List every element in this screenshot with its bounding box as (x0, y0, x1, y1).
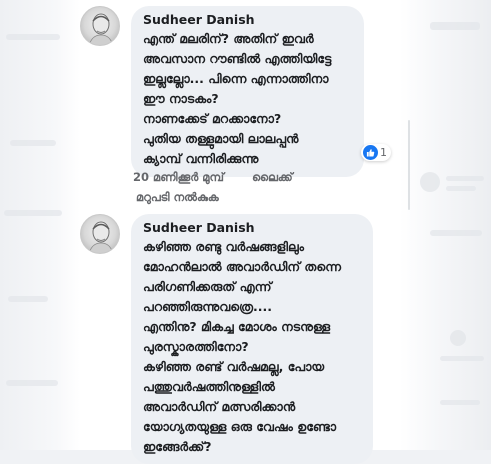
blurred-background-right (400, 0, 491, 450)
comment-text-line: എന്തിനു? മികച്ച മോശം നടനുള്ള (143, 319, 331, 334)
reaction-count: 1 (380, 146, 387, 159)
comment-text-line: അവാർഡിന് മത്സരിക്കാൻ (143, 399, 296, 414)
comment-timestamp[interactable]: 20 മണിക്കൂർ മുമ്പ് (133, 170, 224, 184)
comment-text-line: പത്തുവർഷത്തിനുള്ളിൽ (143, 379, 275, 394)
comment-text-line: പരിഗണിക്കരുത് എന്ന് (143, 279, 272, 294)
profile-avatar (89, 221, 113, 253)
comment-thread-page: Sudheer Danish എന്ത് മലരിന്? അതിന് ഇവർ അ… (0, 0, 491, 464)
comment-text-line: ഈ നാടകം? (143, 91, 219, 106)
comment-text-line: എന്ത് മലരിന്? അതിന് ഇവർ (143, 31, 314, 46)
comment-actions: 20 മണിക്കൂർ മുമ്പ് ലൈക്ക് (133, 170, 293, 185)
comment-text-line: പുതിയ തള്ളുമായി ലാലപ്പൻ (143, 131, 299, 146)
comment-text-line: മോഹൻലാൽ അവാർഡിന് തന്നെ (143, 259, 342, 274)
comment-author[interactable]: Sudheer Danish (143, 220, 361, 235)
comment-text-line: കഴിഞ്ഞ രണ്ടു വർഷങ്ങളിലും (143, 239, 304, 254)
avatar[interactable] (80, 6, 120, 46)
profile-avatar (89, 13, 113, 45)
like-link[interactable]: ലൈക്ക് (252, 170, 293, 184)
reply-link[interactable]: മറുപടി നൽകുക (136, 190, 219, 204)
comment-text-line: അവസാന റൗണ്ടിൽ എത്തിയിട്ടേ (143, 51, 332, 66)
comment-text-line: പുരസ്കാരത്തിനോ? (143, 339, 249, 354)
comment-text-line: യോഗ്യതയുള്ള ഒരു വേഷം ഉണ്ടോ (143, 419, 337, 434)
comment-author[interactable]: Sudheer Danish (143, 12, 352, 27)
avatar[interactable] (80, 214, 120, 254)
comment-text-line: കഴിഞ്ഞ രണ്ട് വർഷമല്ല, പോയ (143, 359, 325, 374)
comment-text-line: നാണക്കേട് മറക്കാനോ? (143, 111, 282, 126)
comment-bubble: Sudheer Danish എന്ത് മലരിന്? അതിന് ഇവർ അ… (131, 6, 364, 177)
comment-text-line: ക്യാമ്പ് വന്നിരിക്കുന്നു (143, 151, 259, 166)
like-thumb-icon (363, 145, 378, 160)
comment-bubble: Sudheer Danish കഴിഞ്ഞ രണ്ടു വർഷങ്ങളിലും … (131, 214, 373, 464)
comment-text-line: ഇങ്ങേർക്ക്? (143, 439, 212, 454)
comment-text-line: പറഞ്ഞിരുന്നുവത്രെ.... (143, 299, 273, 314)
comment-text-line: ഇല്ലല്ലോ... പിന്നെ എന്നാത്തിനാ (143, 71, 329, 86)
reply-row: മറുപടി നൽകുക (136, 190, 219, 205)
reaction-summary[interactable]: 1 (361, 144, 391, 161)
blurred-background-left (0, 0, 80, 450)
